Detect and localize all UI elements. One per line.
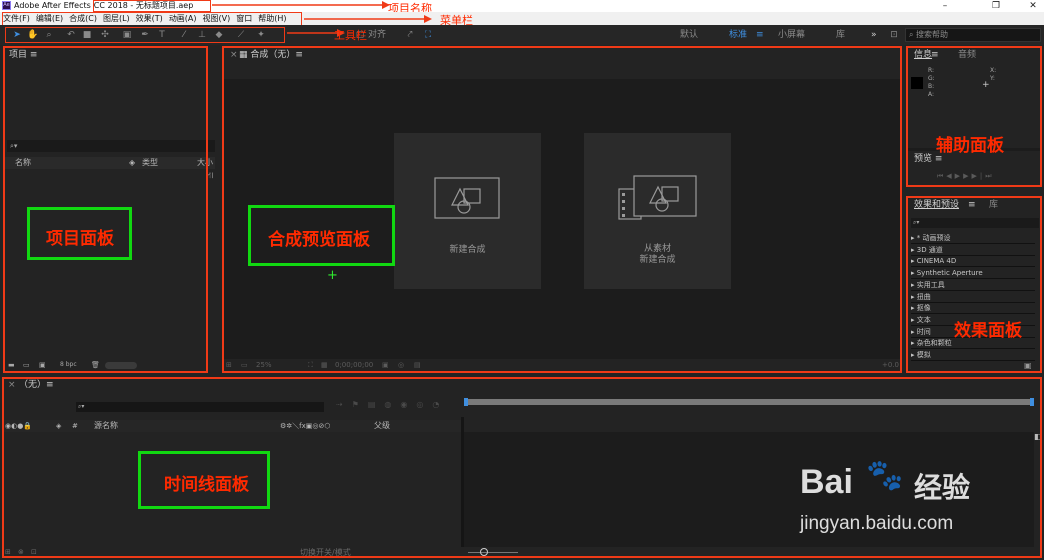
project-name-highlight xyxy=(93,0,211,12)
workspace-standard[interactable]: 标准 xyxy=(729,30,747,40)
workspace-library[interactable]: 库 xyxy=(836,30,845,40)
minimize-icon[interactable]: – xyxy=(938,0,952,12)
snap-grid-icon[interactable]: ⛶ xyxy=(423,30,433,40)
menubar-highlight xyxy=(2,12,302,26)
effects-panel-annotation: 效果面板 xyxy=(954,321,1022,341)
menubar-arrow-icon xyxy=(304,15,432,23)
watermark-brand-2: 经验 xyxy=(914,471,971,504)
effects-panel-highlight xyxy=(906,196,1042,373)
aux-panel-highlight xyxy=(906,46,1042,187)
crosshair-icon: + xyxy=(327,268,338,283)
watermark-url: jingyan.baidu.com xyxy=(800,513,954,534)
close-window-icon[interactable]: ✕ xyxy=(1026,0,1040,12)
search-icon: ⌕ xyxy=(909,30,917,39)
workspace-small-screen[interactable]: 小屏幕 xyxy=(778,30,805,40)
workspace-default[interactable]: 默认 xyxy=(680,30,698,40)
project-name-arrow-icon xyxy=(212,1,390,9)
comp-panel-annotation: 合成预览面板 xyxy=(268,230,370,250)
baidu-paw-icon: 🐾 xyxy=(866,458,904,493)
restore-icon[interactable]: ❐ xyxy=(989,0,1003,12)
more-workspaces-icon[interactable]: » xyxy=(871,30,877,40)
snap-icon[interactable]: ⤤ xyxy=(405,30,415,40)
aux-panel-annotation: 辅助面板 xyxy=(936,136,1004,156)
watermark-brand: Bai xyxy=(800,463,853,501)
timeline-panel-annotation: 时间线面板 xyxy=(164,475,249,495)
panel-toggle-icon[interactable]: ⊡ xyxy=(889,30,899,40)
toolbar-annotation: 工具栏 xyxy=(334,29,367,42)
workspace-menu-icon[interactable]: ≡ xyxy=(756,30,764,40)
align-label: 对齐 xyxy=(368,30,387,40)
project-panel-annotation: 项目面板 xyxy=(46,229,114,249)
after-effects-logo-icon: Ae xyxy=(2,1,11,10)
toolbar-highlight xyxy=(5,27,285,43)
search-help-input[interactable]: ⌕ 搜索帮助 xyxy=(905,28,1041,42)
